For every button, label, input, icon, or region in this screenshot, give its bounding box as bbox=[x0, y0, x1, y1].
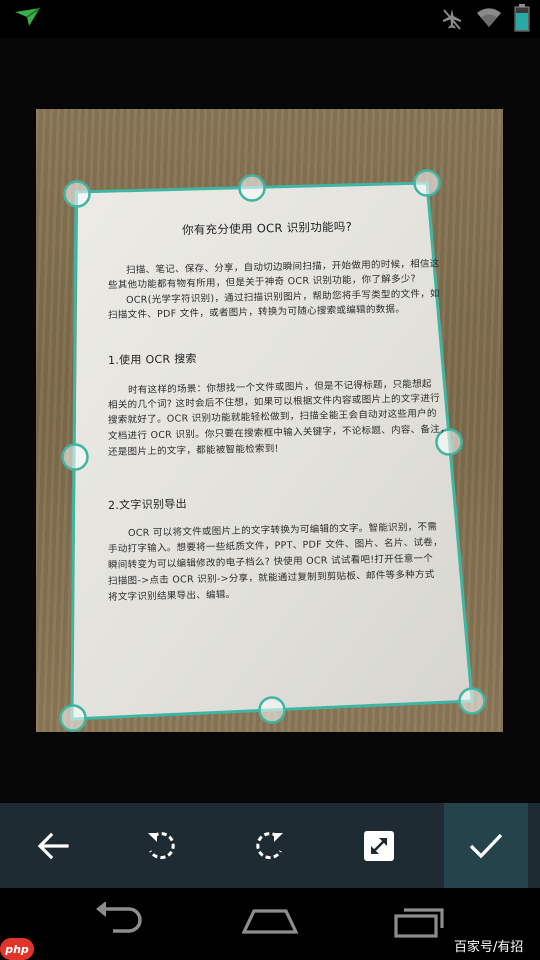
rotate-right-button[interactable] bbox=[216, 803, 324, 888]
crop-handle-left-center[interactable] bbox=[61, 443, 89, 471]
expand-button[interactable] bbox=[324, 803, 434, 888]
crop-handle-right-center[interactable] bbox=[435, 428, 463, 456]
wifi-icon bbox=[477, 8, 501, 27]
crop-toolbar bbox=[0, 803, 540, 888]
battery-icon bbox=[514, 4, 530, 32]
rotate-left-button[interactable] bbox=[106, 803, 216, 888]
crop-handle-top-right[interactable] bbox=[413, 169, 441, 197]
nav-back-icon[interactable] bbox=[93, 902, 149, 936]
checkmark-icon bbox=[469, 833, 503, 858]
rotate-left-icon bbox=[148, 831, 175, 859]
notification-icon bbox=[15, 7, 41, 26]
crop-handle-bottom-center[interactable] bbox=[258, 696, 286, 724]
watermark-text: 百家号/有招 bbox=[454, 940, 524, 955]
crop-handle-bottom-left[interactable] bbox=[59, 704, 87, 732]
nav-recents-icon[interactable] bbox=[392, 904, 448, 938]
document-photo bbox=[36, 109, 503, 732]
back-arrow-icon bbox=[37, 832, 69, 859]
confirm-button[interactable] bbox=[444, 803, 528, 888]
airplane-mode-icon bbox=[443, 9, 461, 30]
crop-handle-top-center[interactable] bbox=[238, 174, 266, 202]
crop-handle-top-left[interactable] bbox=[63, 180, 91, 208]
status-bar bbox=[0, 0, 540, 38]
back-button[interactable] bbox=[0, 803, 106, 888]
nav-home-icon[interactable] bbox=[242, 908, 298, 934]
crop-handle-bottom-right[interactable] bbox=[458, 687, 486, 715]
php-logo-badge: php bbox=[0, 938, 34, 960]
expand-icon bbox=[364, 830, 394, 861]
rotate-right-icon bbox=[256, 831, 283, 859]
